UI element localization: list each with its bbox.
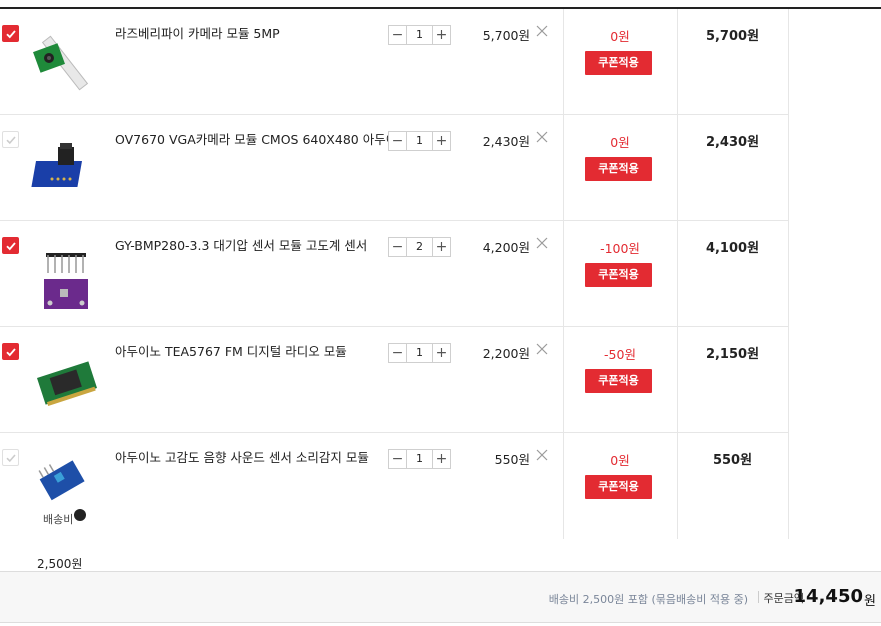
product-name[interactable]: 라즈베리파이 카메라 모듈 5MP: [115, 26, 385, 42]
remove-item-button[interactable]: [536, 25, 550, 39]
quantity-stepper: − 1 +: [388, 449, 451, 469]
item-checkbox[interactable]: [2, 237, 19, 254]
product-thumbnail[interactable]: [30, 21, 104, 101]
check-icon: [5, 135, 16, 144]
decrease-button[interactable]: −: [389, 132, 407, 150]
increase-button[interactable]: +: [432, 344, 450, 362]
increase-button[interactable]: +: [432, 450, 450, 468]
product-name[interactable]: GY-BMP280-3.3 대기압 센서 모듈 고도계 센서: [115, 238, 385, 254]
cart-item-row: 아두이노 고감도 음향 사운드 센서 소리감지 모듈 − 1 + 550원 0원…: [0, 433, 788, 539]
discount-amount: 0원: [610, 453, 630, 468]
close-icon: [536, 449, 548, 461]
quantity-stepper: − 2 +: [388, 237, 451, 257]
unit-price: 2,430원: [482, 134, 530, 149]
item-checkbox[interactable]: [2, 131, 19, 148]
unit-price: 4,200원: [482, 240, 530, 255]
vga-camera-image: [31, 143, 83, 187]
item-total: 5,700원: [705, 29, 760, 44]
check-icon: [5, 347, 16, 356]
apply-coupon-button[interactable]: 쿠폰적용: [585, 263, 652, 287]
quantity-stepper: − 1 +: [388, 343, 451, 363]
increase-button[interactable]: +: [432, 238, 450, 256]
cart-item-row: GY-BMP280-3.3 대기압 센서 모듈 고도계 센서 − 2 + 4,2…: [0, 221, 788, 327]
quantity-value[interactable]: 2: [407, 238, 432, 256]
product-thumbnail[interactable]: [30, 127, 104, 207]
item-total: 550원: [712, 453, 753, 468]
discount-amount: 0원: [610, 29, 630, 44]
item-checkbox[interactable]: [2, 449, 19, 466]
product-name[interactable]: 아두이노 TEA5767 FM 디지털 라디오 모듈: [115, 344, 385, 360]
decrease-button[interactable]: −: [389, 344, 407, 362]
discount-amount: 0원: [610, 135, 630, 150]
fm-radio-image: [36, 361, 98, 406]
quantity-value[interactable]: 1: [407, 26, 432, 44]
increase-button[interactable]: +: [432, 132, 450, 150]
discount-amount: -100원: [600, 241, 640, 256]
remove-item-button[interactable]: [536, 343, 550, 357]
close-icon: [536, 343, 548, 355]
shipping-fee: 2,500원: [37, 557, 83, 571]
close-icon: [536, 25, 548, 37]
increase-button[interactable]: +: [432, 26, 450, 44]
decrease-button[interactable]: −: [389, 238, 407, 256]
summary-divider: [758, 591, 759, 603]
product-thumbnail[interactable]: [30, 339, 104, 419]
unit-price: 5,700원: [482, 28, 530, 43]
unit-price: 2,200원: [482, 346, 530, 361]
cart-item-row: 아두이노 TEA5767 FM 디지털 라디오 모듈 − 1 + 2,200원 …: [0, 327, 788, 433]
pressure-sensor-image: [44, 253, 88, 309]
discount-amount: -50원: [604, 347, 636, 362]
close-icon: [536, 237, 548, 249]
quantity-stepper: − 1 +: [388, 25, 451, 45]
quantity-stepper: − 1 +: [388, 131, 451, 151]
quantity-value[interactable]: 1: [407, 344, 432, 362]
check-icon: [5, 29, 16, 38]
apply-coupon-button[interactable]: 쿠폰적용: [585, 157, 652, 181]
check-icon: [5, 241, 16, 250]
cart-item-row: OV7670 VGA카메라 모듈 CMOS 640X480 아두이노 − 1 +…: [0, 115, 788, 221]
apply-coupon-button[interactable]: 쿠폰적용: [585, 475, 652, 499]
close-icon: [536, 131, 548, 143]
decrease-button[interactable]: −: [389, 26, 407, 44]
column-divider: [563, 9, 564, 539]
product-name[interactable]: OV7670 VGA카메라 모듈 CMOS 640X480 아두이노: [115, 132, 409, 148]
remove-item-button[interactable]: [536, 449, 550, 463]
shipping-label: 배송비: [43, 513, 74, 526]
camera-module-image: [33, 35, 89, 91]
cart-item-row: 라즈베리파이 카메라 모듈 5MP − 1 + 5,700원 0원 쿠폰적용 5…: [0, 9, 788, 115]
quantity-value[interactable]: 1: [407, 132, 432, 150]
remove-item-button[interactable]: [536, 131, 550, 145]
order-summary-bar: 배송비 2,500원 포함 (묶음배송비 적용 중) 주문금액 14,450 원: [0, 571, 881, 623]
check-icon: [5, 453, 16, 462]
item-checkbox[interactable]: [2, 25, 19, 42]
item-total: 4,100원: [705, 241, 760, 256]
product-thumbnail[interactable]: [30, 233, 104, 313]
apply-coupon-button[interactable]: 쿠폰적용: [585, 51, 652, 75]
item-checkbox[interactable]: [2, 343, 19, 360]
quantity-value[interactable]: 1: [407, 450, 432, 468]
product-name[interactable]: 아두이노 고감도 음향 사운드 센서 소리감지 모듈: [115, 450, 385, 466]
column-divider: [788, 9, 789, 539]
decrease-button[interactable]: −: [389, 450, 407, 468]
item-total: 2,150원: [705, 347, 760, 362]
order-amount-unit: 원: [864, 594, 876, 609]
order-amount: 14,450: [793, 586, 863, 607]
shipping-note: 배송비 2,500원 포함 (묶음배송비 적용 중): [548, 593, 748, 606]
item-total: 2,430원: [705, 135, 760, 150]
remove-item-button[interactable]: [536, 237, 550, 251]
column-divider: [677, 9, 678, 539]
apply-coupon-button[interactable]: 쿠폰적용: [585, 369, 652, 393]
unit-price: 550원: [494, 452, 530, 467]
